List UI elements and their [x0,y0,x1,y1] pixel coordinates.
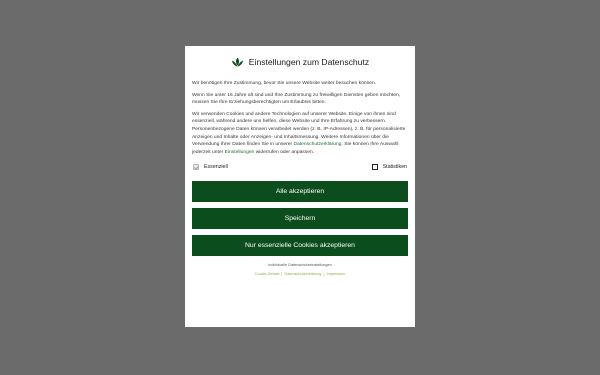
essential-checkbox-group: Essenziell [193,164,228,171]
statistics-checkbox-group[interactable]: Statistiken [371,164,407,171]
privacy-policy-link[interactable]: Datenschutzerklärung [284,272,321,276]
statistics-checkbox-label[interactable]: Statistiken [383,164,407,170]
cookie-details-link[interactable]: Cookie-Details [255,272,280,276]
footer-links: Cookie-Details | Datenschutzerklärung | … [192,272,408,276]
accept-all-button[interactable]: Alle akzeptieren [192,181,408,203]
leaf-lotus-icon [231,57,243,66]
dialog-header: Einstellungen zum Datenschutz [192,55,408,69]
dialog-title: Einstellungen zum Datenschutz [248,57,370,67]
cookies-info-paragraph: Wir verwenden Cookies und andere Technol… [192,111,408,157]
save-button[interactable]: Speichern [192,208,408,230]
privacy-consent-dialog: Einstellungen zum Datenschutz Wir benöti… [185,46,415,327]
settings-inline-link[interactable]: Einstellungen [225,150,255,155]
privacy-policy-inline-link[interactable]: Datenschutzerklärung [294,142,342,147]
individual-settings-link[interactable]: Individuelle Datenschutzeinstellungen [192,263,408,267]
statistics-checkbox[interactable] [371,164,378,171]
age-notice-paragraph: Wenn Sie unter 16 Jahre alt sind und Ihr… [192,92,401,106]
footer-separator: | [323,272,325,277]
consent-checkboxes: Essenziell Statistiken [192,164,408,171]
imprint-link[interactable]: Impressum [327,272,346,276]
footer-separator: | [281,272,283,277]
essential-checkbox [193,164,199,171]
essential-checkbox-label: Essenziell [204,164,228,171]
essential-only-button[interactable]: Nur essenzielle Cookies akzeptieren [192,235,408,257]
cookies-info-text-3: widerrufen oder anpassen. [254,149,315,155]
consent-paragraph: Wir benötigen Ihre Zustimmung, bevor Sie… [192,81,377,86]
